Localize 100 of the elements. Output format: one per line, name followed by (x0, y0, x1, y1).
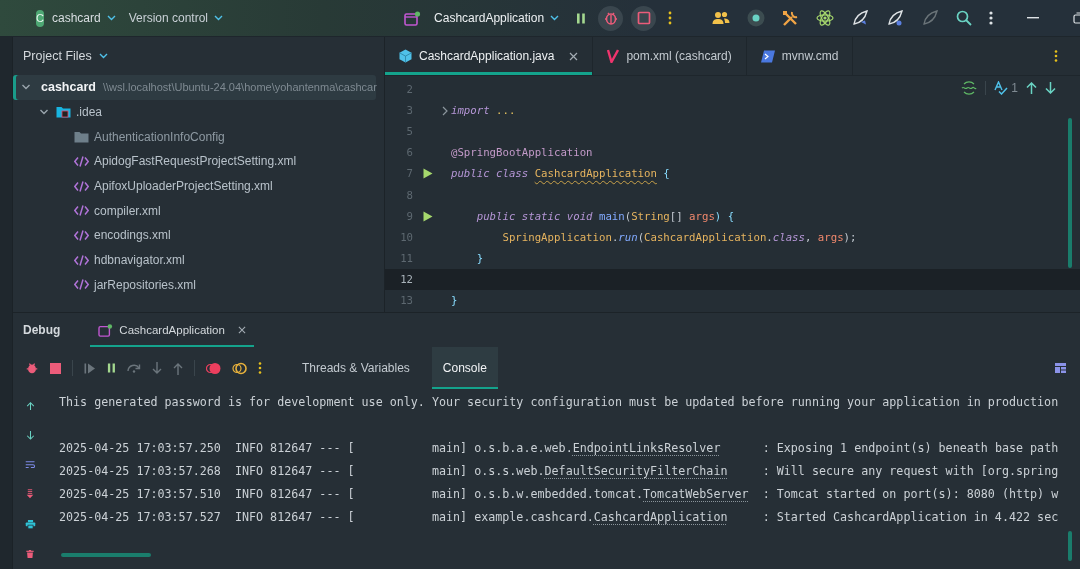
more-icon[interactable] (668, 11, 673, 25)
tree-item[interactable]: ApifoxUploaderProjectSetting.xml (13, 173, 376, 199)
stop-button[interactable] (631, 5, 657, 31)
breakpoints-icon[interactable] (206, 361, 221, 375)
console-line: 2025-04-25 17:03:57.510 INFO 812647 --- [ main] o.s.b.w.embedded.tomcat.TomcatWebServer : Tomcat started on port(s): 8080 (http) w (59, 486, 1059, 503)
line-number: 8 (405, 188, 413, 202)
run-icon[interactable] (423, 210, 433, 222)
code-tag-icon (74, 254, 89, 266)
project-badge: C (36, 9, 44, 27)
problem-count: 1 (1011, 81, 1018, 95)
up-arrow-icon[interactable] (1026, 82, 1037, 94)
pause-icon[interactable] (107, 363, 116, 373)
tree-item-label: hdbnavigator.xml (94, 253, 185, 268)
vcs-dropdown[interactable]: Version control (123, 11, 229, 25)
console-line: 2025-04-25 17:03:57.527 INFO 812647 --- [ main] example.cashcard.CashcardApplication : Started CashcardApplication in 4.422 sec (59, 509, 1059, 526)
terminal-icon (760, 49, 775, 63)
debug-tab[interactable]: Console (431, 347, 498, 389)
tools-icon[interactable] (782, 9, 800, 27)
app-run-icon (98, 323, 114, 337)
code-line: SpringApplication.run(CashcardApplication.class, args); (501, 230, 857, 244)
console-line: 2025-04-25 17:03:57.250 INFO 812647 --- [ main] o.s.b.a.e.web.EndpointLinksResolver : Exposing 1 endpoint(s) beneath base path (59, 440, 1059, 457)
tree-item-label: AuthenticationInfoConfig (94, 129, 225, 144)
code-line: } (451, 294, 458, 307)
atom-icon[interactable] (816, 9, 835, 27)
project-files-dropdown[interactable]: Project Files (17, 48, 114, 64)
line-number: 2 (405, 83, 413, 97)
editor-tab[interactable]: pom.xml (cashcard) (593, 37, 747, 75)
editor-tab[interactable]: mvnw.cmd (746, 37, 854, 75)
code-line: } (475, 251, 484, 265)
code-line: @SpringBootApplication (451, 146, 593, 160)
tree-item-label: .idea (76, 105, 103, 120)
code-line: public static void main(String[] args) { (475, 209, 735, 223)
stop-icon[interactable] (50, 362, 61, 374)
spellcheck-icon[interactable] (994, 81, 1009, 95)
minimize-icon[interactable] (1027, 17, 1040, 19)
bug-icon (602, 10, 619, 26)
down-arrow-icon[interactable] (1045, 82, 1056, 94)
tree-item[interactable]: .idea (13, 99, 376, 125)
code-tag-icon (74, 205, 89, 217)
line-number: 7 (405, 167, 413, 181)
step-over-icon[interactable] (127, 363, 141, 373)
code-tag-icon (74, 279, 89, 291)
editor-tab[interactable]: CashcardApplication.java (385, 37, 594, 75)
line-number: 9 (405, 209, 413, 223)
run-icon[interactable] (423, 168, 433, 180)
app-run-icon (404, 10, 422, 26)
line-number: 6 (405, 146, 413, 160)
caret-icon (106, 15, 116, 21)
tree-item[interactable]: hdbnavigator.xml (13, 247, 376, 273)
panel-title: Debug (23, 323, 61, 337)
step-out-icon[interactable] (173, 361, 183, 375)
layout-icon[interactable] (1055, 363, 1066, 373)
tree-item[interactable]: jarRepositories.xml (13, 272, 376, 298)
session-tab[interactable]: CashcardApplication (90, 313, 254, 347)
tree-item[interactable]: compiler.xml (13, 198, 376, 224)
close-icon[interactable] (237, 326, 246, 334)
tree-item[interactable]: AuthenticationInfoConfig (13, 124, 376, 150)
code-tag-icon (74, 155, 89, 167)
step-into-icon[interactable] (152, 361, 162, 375)
console-line: 2025-04-25 17:03:57.268 INFO 812647 --- [ main] o.s.s.web.DefaultSecurityFilterChain : Will secure any request with [org.spring (59, 463, 1059, 480)
debug-tab[interactable]: Threads & Variables (291, 347, 421, 389)
console-line: This generated password is for development use only. Your security configuration must be updated before running your application in production (59, 394, 1059, 411)
code-line: public class CashcardApplication { (451, 167, 670, 181)
pause-icon[interactable] (576, 12, 587, 24)
run-config-dropdown[interactable]: CashcardApplication (429, 11, 565, 25)
more-icon[interactable] (1054, 50, 1058, 62)
tree-item-label: cashcard (41, 80, 96, 95)
tree-item[interactable]: ApidogFastRequestProjectSetting.xml (13, 149, 376, 174)
caret-icon (98, 53, 108, 59)
tree-item-label: compiler.xml (94, 203, 161, 218)
folder-icon (56, 106, 71, 119)
project-dropdown[interactable]: cashcard (46, 11, 121, 25)
tree-item-path: \\wsl.localhost\Ubuntu-24.04\home\yohantenma\cashcar (102, 81, 377, 94)
tree-item-label: ApidogFastRequestProjectSetting.xml (94, 154, 297, 169)
record-icon[interactable] (747, 9, 766, 27)
more-icon[interactable] (989, 11, 994, 25)
line-number: 5 (405, 125, 413, 139)
fold-chevron-icon[interactable] (441, 105, 449, 116)
tree-item-label: jarRepositories.xml (94, 277, 197, 292)
inspection-icon[interactable] (961, 81, 978, 95)
line-number: 3 (405, 104, 413, 118)
tree-item[interactable]: cashcard \\wsl.localhost\Ubuntu-24.04\home\yohantenma\cashcar (13, 75, 376, 100)
stop-icon (636, 11, 651, 25)
folder-icon (74, 130, 89, 143)
debug-button[interactable] (598, 5, 624, 31)
caret-icon (214, 15, 224, 21)
line-number: 12 (399, 272, 413, 286)
mute-breakpoints-icon[interactable] (232, 361, 247, 375)
tree-item-label: encodings.xml (94, 228, 171, 243)
caret-icon (550, 15, 560, 21)
resume-icon[interactable] (84, 362, 96, 374)
search-icon[interactable] (956, 10, 973, 26)
people-icon[interactable] (712, 11, 731, 25)
tree-item-label: ApifoxUploaderProjectSetting.xml (94, 179, 273, 194)
maven-icon (607, 49, 620, 63)
tree-item[interactable]: encodings.xml (13, 223, 376, 248)
debug-icon[interactable] (25, 361, 39, 375)
more-icon[interactable] (258, 362, 262, 374)
close-icon[interactable] (569, 51, 579, 61)
code-tag-icon (74, 229, 89, 241)
